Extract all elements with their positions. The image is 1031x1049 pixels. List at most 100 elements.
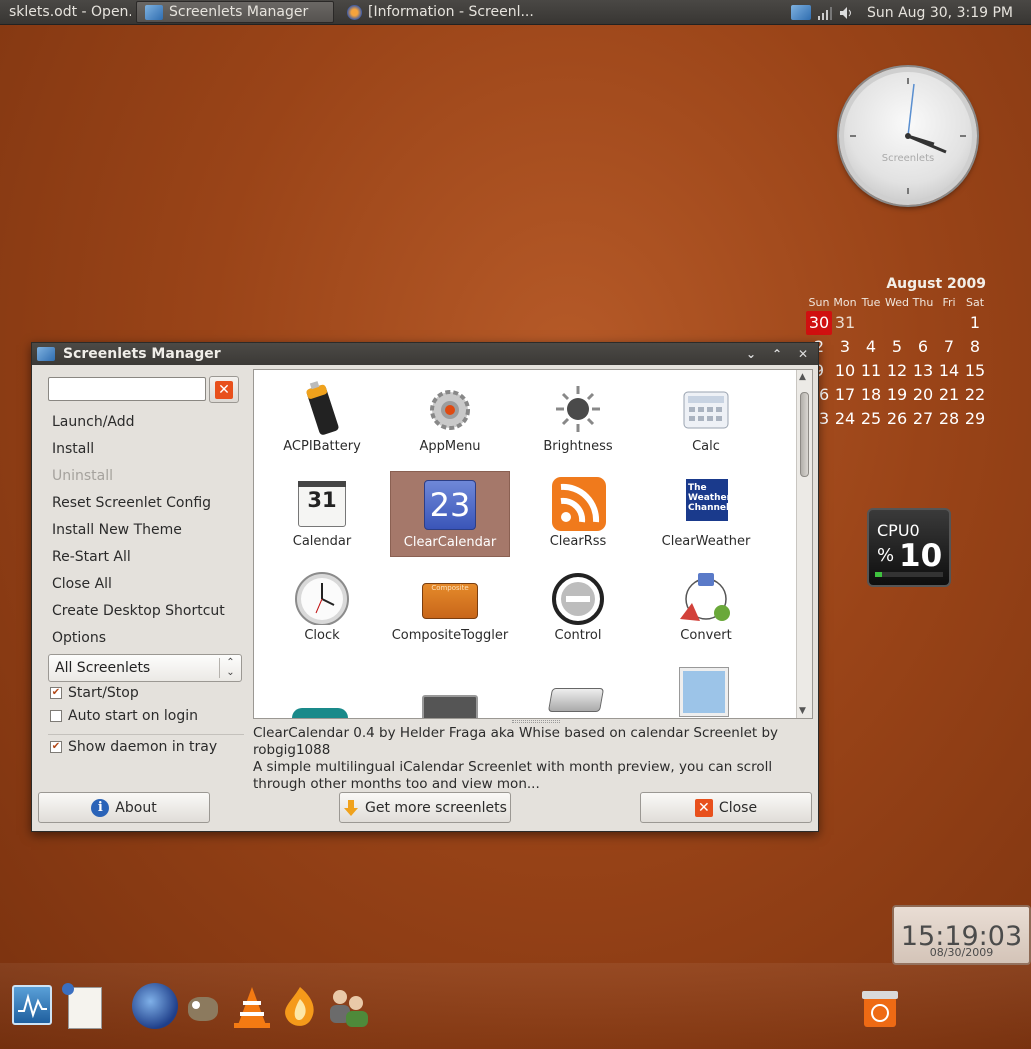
network-signal-icon[interactable] — [817, 6, 833, 20]
start-stop-check[interactable]: ✔ — [50, 687, 62, 699]
calendar-day[interactable]: 19 — [884, 383, 910, 407]
minimize-button[interactable]: ⌄ — [740, 345, 762, 363]
partial-drive-icon — [547, 688, 605, 712]
calendar-day[interactable]: 18 — [858, 383, 884, 407]
daemon-check[interactable]: ✔ — [50, 741, 62, 753]
desktop-calendar-screenlet[interactable]: August 2009 Sun Mon Tue Wed Thu Fri Sat 30 31 1 2… — [806, 276, 990, 431]
calendar-day[interactable]: 31 — [832, 311, 858, 335]
screenlet-item-brightness[interactable]: Brightness — [518, 376, 638, 462]
window-titlebar[interactable]: Screenlets Manager ⌄ ⌃ ✕ — [32, 343, 818, 365]
calendar-day[interactable]: 24 — [832, 407, 858, 431]
calendar-day[interactable]: 14 — [936, 359, 962, 383]
vlc-icon[interactable] — [230, 985, 274, 1029]
calendar-day[interactable]: 6 — [910, 335, 936, 359]
maximize-button[interactable]: ⌃ — [766, 345, 788, 363]
scroll-up-icon[interactable]: ▲ — [799, 372, 806, 382]
task-firefox[interactable]: [Information - Screenl... — [338, 1, 536, 23]
action-options[interactable]: Options — [52, 625, 225, 652]
calendar-day[interactable]: 29 — [962, 407, 988, 431]
digital-clock-screenlet[interactable]: 15:19:03 08/30/2009 — [892, 905, 1031, 965]
users-icon[interactable] — [324, 985, 372, 1029]
screenlets-tray-icon[interactable] — [791, 5, 811, 20]
calendar-day[interactable]: 5 — [884, 335, 910, 359]
screenlet-item-clearweather[interactable]: The Weather Channel ClearWeather — [646, 471, 766, 557]
calendar-day[interactable]: 27 — [910, 407, 936, 431]
search-input[interactable] — [48, 377, 206, 401]
grid-scrollbar[interactable]: ▲ ▼ — [796, 370, 812, 718]
calendar-day[interactable]: 17 — [832, 383, 858, 407]
calendar-day[interactable]: 26 — [884, 407, 910, 431]
flame-app-icon[interactable] — [278, 983, 322, 1029]
clock-icon — [294, 569, 350, 626]
screenlet-item-appmenu[interactable]: AppMenu — [390, 376, 510, 462]
updown-arrow-icon: ⌃ ⌄ — [219, 658, 241, 678]
calendar-day[interactable]: 3 — [832, 335, 858, 359]
panel-clock[interactable]: Sun Aug 30, 3:19 PM — [859, 5, 1031, 21]
thunderbird-icon[interactable] — [132, 983, 178, 1029]
close-window-button[interactable]: ✕ — [792, 345, 814, 363]
screenlet-item-compositetoggler[interactable]: Composite CompositeToggler — [390, 565, 510, 651]
action-restart-all[interactable]: Re-Start All — [52, 544, 225, 571]
about-button[interactable]: i About — [38, 792, 210, 823]
start-stop-checkbox[interactable]: ✔ Start/Stop — [50, 685, 139, 701]
calendar-day[interactable]: 28 — [936, 407, 962, 431]
calendar-day[interactable]: 11 — [858, 359, 884, 383]
calendar-day[interactable]: 1 — [962, 311, 988, 335]
scroll-down-icon[interactable]: ▼ — [799, 706, 806, 716]
pane-resize-grip[interactable] — [512, 720, 560, 723]
screenlet-item-convert[interactable]: Convert — [646, 565, 766, 651]
screenlets-grid[interactable]: ACPIBattery AppMenu Brightness Calc 31 C… — [253, 369, 813, 719]
screenlet-item-clock[interactable]: Clock — [262, 565, 382, 651]
scroll-thumb[interactable] — [800, 392, 809, 477]
calendar-day[interactable]: 20 — [910, 383, 936, 407]
autostart-check[interactable] — [50, 710, 62, 722]
screenlet-label: ACPIBattery — [283, 439, 361, 454]
gimp-icon[interactable] — [180, 985, 224, 1027]
action-close-all[interactable]: Close All — [52, 571, 225, 598]
screenlet-label: Calc — [692, 439, 720, 454]
text-editor-icon[interactable] — [62, 983, 102, 1029]
action-reset-config[interactable]: Reset Screenlet Config — [52, 490, 225, 517]
analog-clock-screenlet[interactable]: Screenlets — [839, 67, 977, 205]
screenlet-item-clearrss[interactable]: ClearRss — [518, 471, 638, 557]
calendar-day[interactable]: 22 — [962, 383, 988, 407]
calendar-day[interactable]: 25 — [858, 407, 884, 431]
action-install-theme[interactable]: Install New Theme — [52, 517, 225, 544]
calculator-icon — [678, 380, 734, 436]
action-install[interactable]: Install — [52, 436, 225, 463]
task-writer[interactable]: sklets.odt - Open... — [0, 1, 132, 23]
calendar-day — [884, 311, 910, 335]
screenlet-item-calendar[interactable]: 31 Calendar — [262, 471, 382, 557]
calendar-day[interactable]: 15 — [962, 359, 988, 383]
calendar-day[interactable]: 4 — [858, 335, 884, 359]
calendar-day[interactable]: 30 — [806, 311, 832, 335]
screenlet-label: CompositeToggler — [391, 628, 509, 643]
screenlet-item-acpibattery[interactable]: ACPIBattery — [262, 376, 382, 462]
task-screenlets-manager[interactable]: Screenlets Manager — [136, 1, 334, 23]
cpu-meter-screenlet[interactable]: CPU0 % 10 — [867, 508, 951, 587]
calendar-day[interactable]: 13 — [910, 359, 936, 383]
autostart-checkbox[interactable]: Auto start on login — [50, 708, 198, 724]
calendar-day[interactable]: 21 — [936, 383, 962, 407]
get-more-screenlets-button[interactable]: Get more screenlets — [339, 792, 511, 823]
composite-icon-text: Composite — [431, 584, 469, 592]
calendar-day[interactable]: 8 — [962, 335, 988, 359]
screenlet-item-control[interactable]: Control — [518, 565, 638, 651]
volume-icon[interactable] — [839, 6, 853, 20]
calendar-day[interactable]: 10 — [832, 359, 858, 383]
calendar-day[interactable]: 12 — [884, 359, 910, 383]
daemon-checkbox[interactable]: ✔ Show daemon in tray — [50, 739, 217, 755]
weather-channel-icon: The Weather Channel — [678, 475, 734, 531]
partial-screenlet-icon — [292, 708, 348, 718]
action-create-shortcut[interactable]: Create Desktop Shortcut — [52, 598, 225, 625]
calendar-day[interactable]: 7 — [936, 335, 962, 359]
action-launch-add[interactable]: Launch/Add — [52, 409, 225, 436]
screenlet-item-clearcalendar[interactable]: 23 ClearCalendar — [390, 471, 510, 557]
screenlet-item-calc[interactable]: Calc — [646, 376, 766, 462]
system-monitor-icon[interactable] — [12, 985, 52, 1025]
screenlet-filter-select[interactable]: All Screenlets ⌃ ⌄ — [48, 654, 242, 682]
clear-search-button[interactable]: ✕ — [209, 376, 239, 403]
trash-icon[interactable] — [858, 983, 902, 1029]
calendar-weekday: Wed — [885, 296, 909, 309]
close-button[interactable]: ✕ Close — [640, 792, 812, 823]
